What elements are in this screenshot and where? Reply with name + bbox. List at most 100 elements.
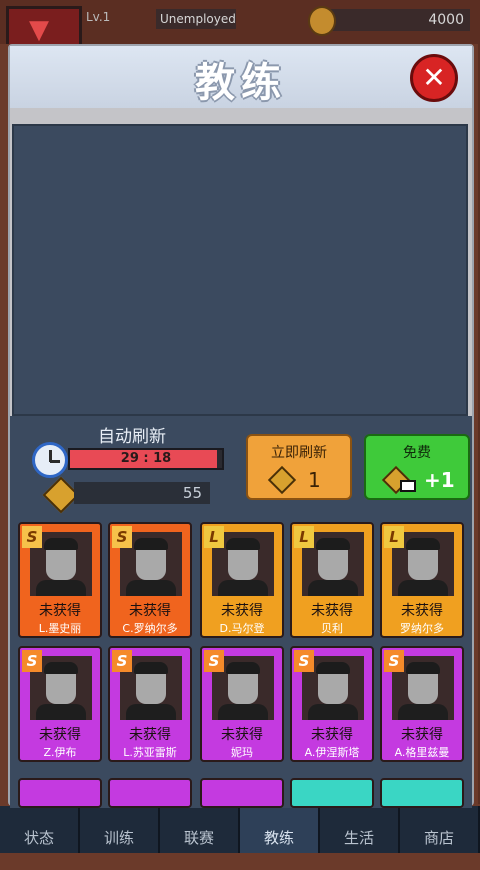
portrait-shirt <box>308 580 358 596</box>
free-reward: +1 <box>424 468 455 492</box>
coach-name: A.伊涅斯塔 <box>304 746 360 759</box>
auto-refresh-label: 自动刷新 <box>98 427 166 447</box>
player-level: Lv.1 <box>86 10 111 24</box>
coach-card-grid: S 未获得 L.墨史丽 S 未获得 C.罗纳尔多 L 未获得 D.马尔登 L 未获得 贝利 L 未获得 罗纳… <box>10 516 472 808</box>
portrait-shirt <box>218 580 268 596</box>
card-status: 未获得 <box>401 727 443 743</box>
video-ad-icon <box>400 480 416 492</box>
coach-card[interactable]: S 未获得 Z.伊布 <box>18 646 102 762</box>
coach-card-partial[interactable] <box>380 778 464 808</box>
alarm-clock-icon <box>32 442 68 478</box>
rank-badge: L <box>294 526 314 548</box>
money-display: 4000 <box>322 9 470 31</box>
coach-card-partial[interactable] <box>18 778 102 808</box>
gem-icon <box>267 465 297 495</box>
card-status: 未获得 <box>129 603 171 619</box>
refresh-panel: 自动刷新 29 : 18 55 立即刷新 1 免费 +1 <box>10 416 472 516</box>
nav-training[interactable]: 训练 <box>80 806 160 853</box>
refresh-timer: 29 : 18 <box>120 451 172 466</box>
gem-count: 55 <box>182 484 202 502</box>
portrait-hair <box>316 662 350 674</box>
card-status: 未获得 <box>311 603 353 619</box>
portrait-shirt <box>36 580 86 596</box>
refresh-timer-bar: 29 : 18 <box>68 448 224 470</box>
coach-name: 贝利 <box>321 622 343 635</box>
gem-balance-bar: 55 <box>74 482 210 504</box>
rank-badge: S <box>22 650 42 672</box>
nav-life[interactable]: 生活 <box>320 806 400 853</box>
portrait-shirt <box>398 580 448 596</box>
free-refresh-button[interactable]: 免费 +1 <box>364 434 470 500</box>
portrait-hair <box>134 538 168 550</box>
coach-card[interactable]: S 未获得 L.墨史丽 <box>18 522 102 638</box>
rank-badge: S <box>22 526 42 548</box>
rank-badge: L <box>384 526 404 548</box>
coach-card[interactable]: S 未获得 C.罗纳尔多 <box>108 522 192 638</box>
coach-name: 妮玛 <box>231 746 253 759</box>
card-status: 未获得 <box>39 603 81 619</box>
portrait-shirt <box>308 704 358 720</box>
card-status: 未获得 <box>129 727 171 743</box>
job-status: Unemployed <box>156 9 236 29</box>
coach-card[interactable]: S 未获得 A.格里兹曼 <box>380 646 464 762</box>
coach-preview-panel <box>12 124 468 416</box>
coach-name: L.苏亚雷斯 <box>123 746 177 759</box>
nav-status[interactable]: 状态 <box>0 806 80 853</box>
rank-badge: S <box>204 650 224 672</box>
card-status: 未获得 <box>311 727 353 743</box>
top-hud: ▼ Lv.1 Unemployed 4000 <box>0 0 480 58</box>
card-status: 未获得 <box>221 603 263 619</box>
coach-name: Z.伊布 <box>43 746 77 759</box>
bottom-nav: 状态 训练 联赛 教练 生活 商店 <box>0 806 480 853</box>
rank-badge: L <box>204 526 224 548</box>
coach-card-partial[interactable] <box>108 778 192 808</box>
portrait-shirt <box>398 704 448 720</box>
portrait-hair <box>316 538 350 550</box>
portrait-shirt <box>218 704 268 720</box>
portrait-shirt <box>126 580 176 596</box>
portrait-hair <box>44 538 78 550</box>
rank-badge: S <box>384 650 404 672</box>
card-status: 未获得 <box>221 727 263 743</box>
dialog-title: 教练 <box>195 60 287 106</box>
portrait-hair <box>44 662 78 674</box>
coach-dialog: 教练 ✕ 自动刷新 29 : 18 55 立即刷新 1 免费 +1 S 未获得 L.… <box>8 44 474 808</box>
club-logo-icon: ▼ <box>29 15 49 45</box>
nav-league[interactable]: 联赛 <box>160 806 240 853</box>
portrait-shirt <box>36 704 86 720</box>
portrait-hair <box>406 662 440 674</box>
portrait-hair <box>134 662 168 674</box>
card-status: 未获得 <box>39 727 81 743</box>
coach-card[interactable]: L 未获得 D.马尔登 <box>200 522 284 638</box>
rank-badge: S <box>112 526 132 548</box>
portrait-hair <box>226 538 260 550</box>
close-button[interactable]: ✕ <box>410 54 458 102</box>
refresh-now-button[interactable]: 立即刷新 1 <box>246 434 352 500</box>
close-icon: ✕ <box>422 61 446 94</box>
coach-name: L.墨史丽 <box>38 622 82 635</box>
refresh-now-cost: 1 <box>308 468 321 492</box>
coach-name: 罗纳尔多 <box>400 622 444 635</box>
card-status: 未获得 <box>401 603 443 619</box>
coach-card[interactable]: S 未获得 L.苏亚雷斯 <box>108 646 192 762</box>
rank-badge: S <box>112 650 132 672</box>
coach-card[interactable]: S 未获得妮玛 <box>200 646 284 762</box>
portrait-hair <box>406 538 440 550</box>
coach-name: D.马尔登 <box>219 622 265 635</box>
nav-coach[interactable]: 教练 <box>240 806 320 853</box>
portrait-shirt <box>126 704 176 720</box>
coach-card-partial[interactable] <box>290 778 374 808</box>
coin-icon <box>308 6 336 36</box>
coach-card-partial[interactable] <box>200 778 284 808</box>
coach-card[interactable]: L 未获得罗纳尔多 <box>380 522 464 638</box>
portrait-hair <box>226 662 260 674</box>
refresh-now-label: 立即刷新 <box>271 445 327 461</box>
coach-name: A.格里兹曼 <box>394 746 450 759</box>
nav-shop[interactable]: 商店 <box>400 806 480 853</box>
coach-card[interactable]: L 未获得贝利 <box>290 522 374 638</box>
free-label: 免费 <box>403 445 431 461</box>
coach-name: C.罗纳尔多 <box>122 622 178 635</box>
dialog-header: 教练 ✕ <box>10 46 472 108</box>
coach-card[interactable]: S 未获得 A.伊涅斯塔 <box>290 646 374 762</box>
rank-badge: S <box>294 650 314 672</box>
